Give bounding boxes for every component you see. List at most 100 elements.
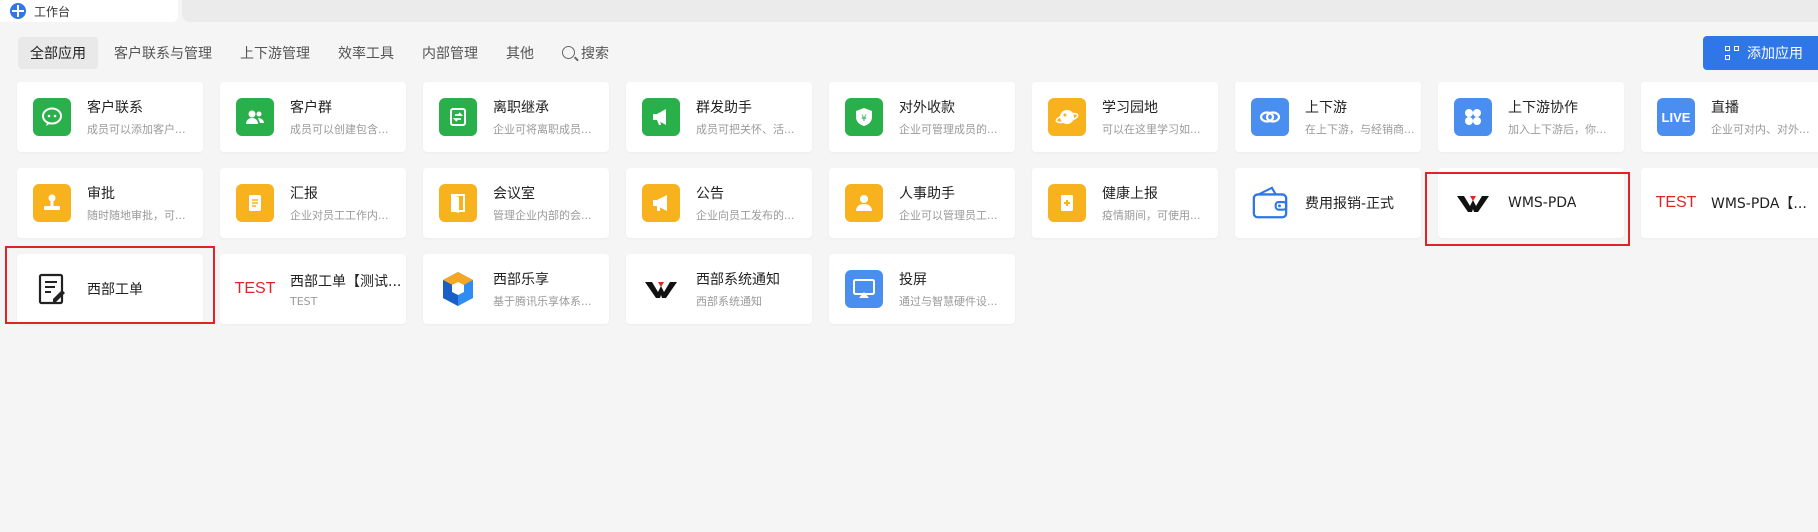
- filter-customer[interactable]: 客户联系与管理: [102, 37, 224, 69]
- app-card[interactable]: LIVE 直播企业可对内、对外...: [1641, 82, 1818, 152]
- category-filters: 全部应用 客户联系与管理 上下游管理 效率工具 内部管理 其他 搜索: [18, 36, 621, 70]
- app-card[interactable]: TEST 西部工单【测试... TEST: [220, 254, 406, 324]
- app-name: WMS-PDA【...: [1711, 196, 1807, 212]
- app-card[interactable]: 客户联系 成员可以添加客户...: [17, 82, 203, 152]
- workbench-icon: [10, 3, 26, 19]
- app-text: 审批随时随地审批，可...: [87, 183, 186, 223]
- highlight-box-wms-pda: [1425, 172, 1630, 246]
- app-card[interactable]: 群发助手 成员可把关怀、活...: [626, 82, 812, 152]
- app-text: 上下游协作 加入上下游后，你...: [1508, 97, 1607, 137]
- app-name: 离职继承: [493, 100, 549, 116]
- app-card[interactable]: 费用报销-正式: [1235, 168, 1421, 238]
- hexagon-icon: [439, 270, 477, 308]
- app-card[interactable]: 健康上报疫情期间，可使用...: [1032, 168, 1218, 238]
- test-text-icon: TEST: [1656, 184, 1697, 222]
- app-description: 成员可以添加客户...: [87, 123, 186, 136]
- transfer-icon: [439, 98, 477, 136]
- app-card[interactable]: 西部乐享基于腾讯乐享体系...: [423, 254, 609, 324]
- highlight-box-xibu-gongdan: [5, 246, 215, 324]
- app-name: 学习园地: [1102, 100, 1158, 116]
- app-card[interactable]: 上下游协作 加入上下游后，你...: [1438, 82, 1624, 152]
- top-bar: 工作台: [0, 0, 1818, 24]
- app-text: 公告企业向员工发布的...: [696, 183, 795, 223]
- person-icon: [845, 184, 883, 222]
- test-badge-text: TEST: [234, 280, 276, 297]
- app-card[interactable]: 汇报企业对员工工作内...: [220, 168, 406, 238]
- tab-title: 工作台: [34, 4, 71, 19]
- app-card[interactable]: 西部系统通知 西部系统通知: [626, 254, 812, 324]
- tab-workbench[interactable]: 工作台: [0, 0, 178, 22]
- search-label: 搜索: [581, 46, 609, 62]
- app-description: 疫情期间，可使用...: [1102, 209, 1201, 222]
- app-text: 投屏通过与智慧硬件设...: [899, 269, 998, 309]
- app-description: 在上下游，与经销商...: [1305, 123, 1415, 136]
- payment-shield-icon: ¥: [845, 98, 883, 136]
- app-card[interactable]: ¥ 对外收款 企业可管理成员的...: [829, 82, 1015, 152]
- link-icon: [1251, 98, 1289, 136]
- app-text: 西部工单【测试... TEST: [290, 271, 401, 308]
- live-icon: LIVE: [1657, 98, 1695, 136]
- megaphone-icon: [642, 98, 680, 136]
- screencast-icon: [845, 270, 883, 308]
- app-card[interactable]: TEST WMS-PDA【...: [1641, 168, 1818, 238]
- app-description: 可以在这里学习如...: [1102, 123, 1201, 136]
- app-text: 客户群成员可以创建包含...: [290, 97, 389, 137]
- app-description: 企业可管理成员的...: [899, 123, 998, 136]
- app-card[interactable]: 审批随时随地审批，可...: [17, 168, 203, 238]
- app-name: 群发助手: [696, 100, 752, 116]
- app-text: 学习园地可以在这里学习如...: [1102, 97, 1201, 137]
- app-name: 费用报销-正式: [1305, 196, 1395, 212]
- app-description: 基于腾讯乐享体系...: [493, 295, 592, 308]
- app-text: 直播企业可对内、对外...: [1711, 97, 1810, 137]
- filter-other[interactable]: 其他: [494, 37, 546, 69]
- app-description: 成员可以创建包含...: [290, 123, 389, 136]
- door-icon: [439, 184, 477, 222]
- announce-icon: [642, 184, 680, 222]
- app-card[interactable]: 会议室 管理企业内部的会...: [423, 168, 609, 238]
- app-card[interactable]: 上下游在上下游，与经销商...: [1235, 82, 1421, 152]
- test-text-icon: TEST: [234, 270, 276, 308]
- app-description: 企业可以管理员工...: [899, 209, 998, 222]
- app-name: 会议室: [493, 186, 535, 202]
- app-description: 企业可对内、对外...: [1711, 123, 1810, 136]
- app-name: 健康上报: [1102, 186, 1158, 202]
- wm-logo-icon: [642, 270, 680, 308]
- app-description: 通过与智慧硬件设...: [899, 295, 998, 308]
- app-text: 对外收款 企业可管理成员的...: [899, 97, 998, 137]
- wallet-icon: [1251, 184, 1289, 222]
- app-text: 费用报销-正式: [1305, 193, 1394, 213]
- app-name: 投屏: [899, 272, 927, 288]
- app-name: 直播: [1711, 100, 1739, 116]
- app-card[interactable]: 人事助手 企业可以管理员工...: [829, 168, 1015, 238]
- app-description: 加入上下游后，你...: [1508, 123, 1607, 136]
- app-card[interactable]: 客户群成员可以创建包含...: [220, 82, 406, 152]
- tab-strip: [182, 0, 1818, 22]
- app-name: 公告: [696, 186, 724, 202]
- app-card[interactable]: 公告企业向员工发布的...: [626, 168, 812, 238]
- filter-upstream-downstream[interactable]: 上下游管理: [228, 37, 322, 69]
- filter-efficiency[interactable]: 效率工具: [326, 37, 406, 69]
- filter-internal[interactable]: 内部管理: [410, 37, 490, 69]
- add-app-button[interactable]: 添加应用: [1703, 36, 1818, 70]
- report-icon: [236, 184, 274, 222]
- search-button[interactable]: 搜索: [550, 37, 621, 69]
- app-name: 审批: [87, 186, 115, 202]
- app-name: 汇报: [290, 186, 318, 202]
- app-description: 企业向员工发布的...: [696, 209, 795, 222]
- app-description: 西部系统通知: [696, 295, 762, 308]
- app-name: 客户群: [290, 100, 332, 116]
- app-name: 上下游: [1305, 100, 1347, 116]
- app-description: 企业对员工工作内...: [290, 209, 389, 222]
- app-text: 会议室 管理企业内部的会...: [493, 183, 592, 223]
- app-description: 随时随地审批，可...: [87, 209, 186, 222]
- app-card[interactable]: 投屏通过与智慧硬件设...: [829, 254, 1015, 324]
- filter-all-apps[interactable]: 全部应用: [18, 37, 98, 69]
- app-name: 西部乐享: [493, 272, 549, 288]
- app-card[interactable]: 学习园地可以在这里学习如...: [1032, 82, 1218, 152]
- app-description: TEST: [290, 294, 318, 308]
- chat-icon: [33, 98, 71, 136]
- app-text: 客户联系 成员可以添加客户...: [87, 97, 186, 137]
- app-text: 汇报企业对员工工作内...: [290, 183, 389, 223]
- app-text: 上下游在上下游，与经销商...: [1305, 97, 1415, 137]
- app-card[interactable]: 离职继承 企业可将离职成员...: [423, 82, 609, 152]
